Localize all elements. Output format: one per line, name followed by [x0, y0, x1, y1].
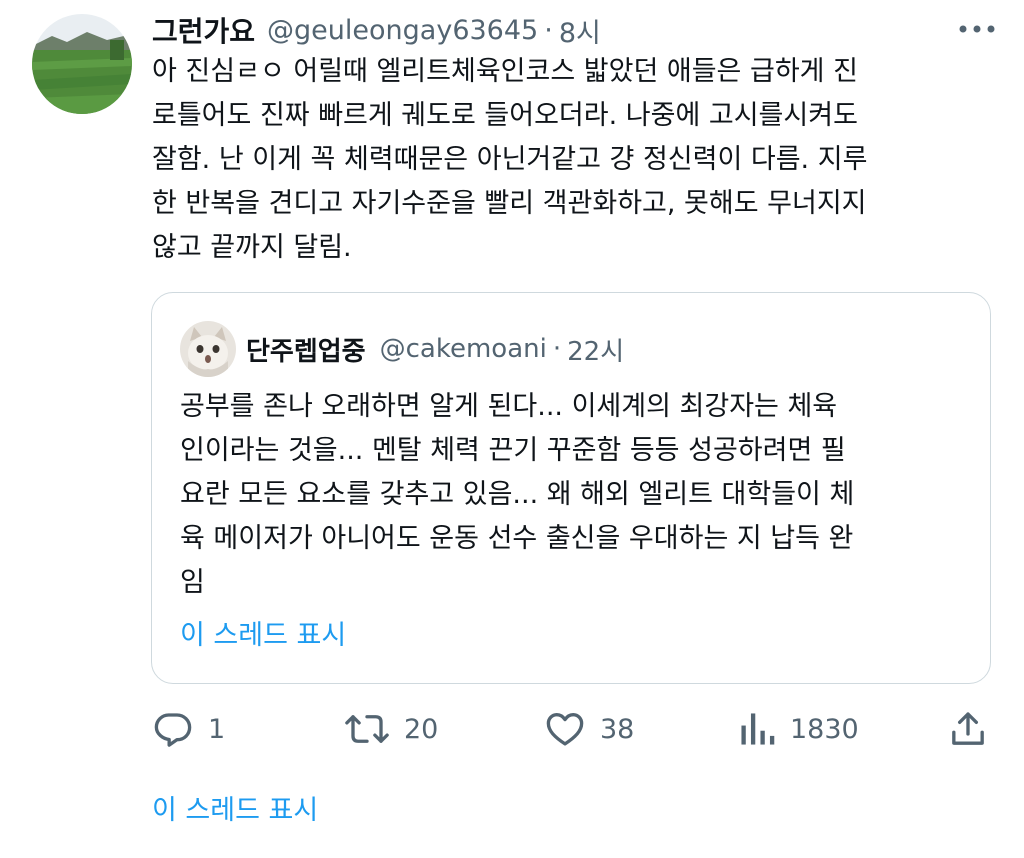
- views-count: 1830: [790, 713, 859, 745]
- more-options-button[interactable]: [952, 14, 1002, 44]
- avatar-landscape-image: [32, 14, 132, 114]
- quote-header: 단주렙업중 @cakemoani · 22시: [246, 329, 624, 369]
- separator-dot: ·: [552, 334, 562, 364]
- tweet-text: 아 진심ㄹㅇ 어릴때 엘리트체육인코스 밟았던 애들은 급하게 진 로틀어도 진…: [152, 56, 868, 263]
- heart-icon: [546, 712, 584, 746]
- like-button[interactable]: 38: [544, 704, 634, 754]
- separator-dot: ·: [544, 14, 553, 46]
- retweet-count: 20: [404, 713, 439, 745]
- quote-text: 공부를 존나 오래하면 알게 된다... 이세계의 최강자는 체육 인이라는 것…: [180, 391, 855, 598]
- show-thread-link[interactable]: 이 스레드 표시: [152, 788, 318, 827]
- reply-icon: [154, 713, 192, 747]
- quote-show-thread-link[interactable]: 이 스레드 표시: [180, 613, 346, 652]
- retweet-button[interactable]: 20: [344, 704, 438, 754]
- share-button[interactable]: [948, 704, 988, 754]
- quote-time[interactable]: 22시: [567, 331, 624, 368]
- avatar[interactable]: [32, 14, 132, 114]
- retweet-icon: [345, 715, 389, 743]
- more-icon: [959, 25, 995, 33]
- reply-button[interactable]: 1: [152, 704, 225, 754]
- action-bar: 1 20 38 1830: [152, 704, 992, 754]
- quote-avatar[interactable]: [180, 321, 236, 377]
- quote-author-name[interactable]: 단주렙업중: [246, 331, 366, 368]
- like-count: 38: [600, 713, 635, 745]
- author-name[interactable]: 그런가요: [152, 10, 255, 50]
- tweet-header: 그런가요 @geuleongay63645 · 8시: [152, 10, 1000, 50]
- reply-count: 1: [208, 713, 226, 745]
- tweet-time[interactable]: 8시: [559, 11, 601, 50]
- quoted-tweet[interactable]: 단주렙업중 @cakemoani · 22시 공부를 존나 오래하면 알게 된다…: [151, 292, 991, 684]
- views-icon: [741, 713, 775, 745]
- share-icon: [952, 712, 984, 745]
- views-button[interactable]: 1830: [738, 704, 859, 754]
- author-handle[interactable]: @geuleongay63645: [267, 15, 538, 46]
- quote-author-handle[interactable]: @cakemoani: [380, 334, 547, 364]
- cat-avatar-image: [180, 321, 236, 377]
